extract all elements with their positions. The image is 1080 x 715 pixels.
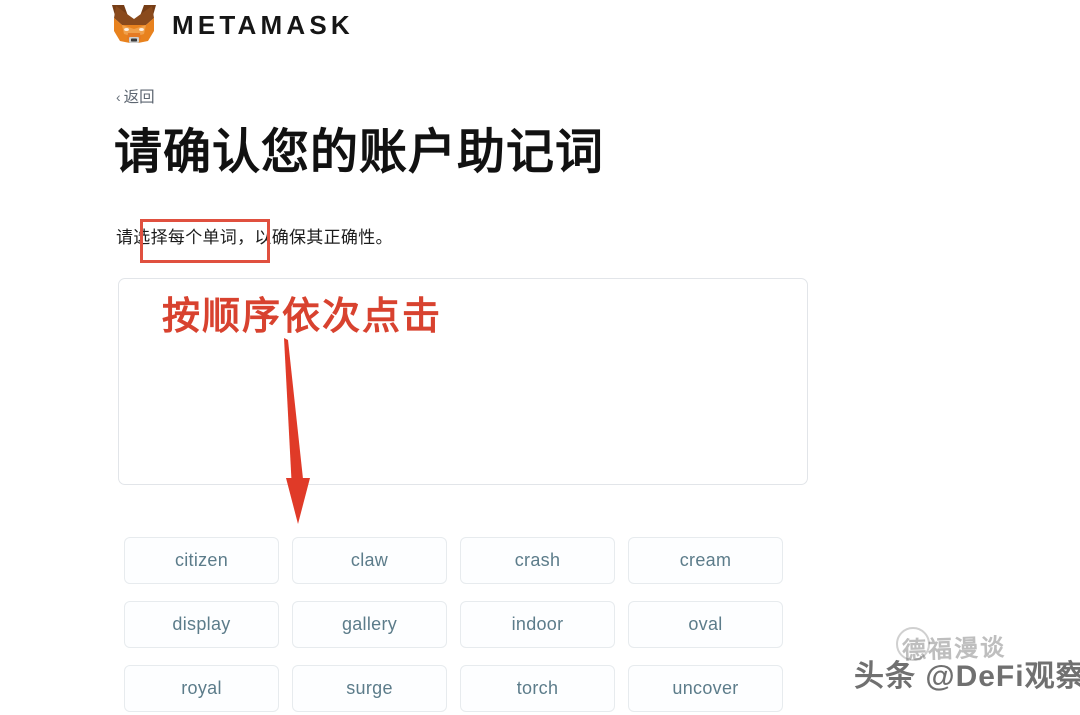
metamask-wordmark: METAMASK bbox=[172, 10, 354, 40]
word-chip-label: crash bbox=[514, 550, 561, 570]
word-chip-6[interactable]: indoor bbox=[460, 601, 615, 648]
word-chip-label: cream bbox=[679, 550, 732, 570]
word-chip-3[interactable]: cream bbox=[628, 537, 783, 584]
word-chip-4[interactable]: display bbox=[124, 601, 279, 648]
word-bank-grid: citizen claw crash cream display gallery… bbox=[124, 537, 784, 712]
app-root: METAMASK ‹ 返回 请确认您的账户助记词 请选择每个单词，以确保其正确性… bbox=[0, 0, 1080, 715]
watermark-main-text: 头条 @DeFi观察 bbox=[854, 660, 1080, 693]
word-chip-9[interactable]: surge bbox=[292, 665, 447, 712]
watermark-avatar-icon bbox=[896, 627, 930, 661]
word-chip-5[interactable]: gallery bbox=[292, 601, 447, 648]
word-chip-7[interactable]: oval bbox=[628, 601, 783, 648]
word-chip-label: claw bbox=[350, 550, 389, 570]
word-chip-label: indoor bbox=[511, 614, 564, 634]
word-chip-label: uncover bbox=[672, 678, 739, 698]
chevron-left-icon: ‹ bbox=[116, 88, 121, 105]
page-title: 请确认您的账户助记词 bbox=[114, 126, 605, 179]
word-chip-2[interactable]: crash bbox=[460, 537, 615, 584]
watermark: 德福漫谈 头条 @DeFi观察 bbox=[854, 621, 1080, 707]
metamask-brand-header: METAMASK bbox=[110, 2, 354, 48]
word-chip-label: surge bbox=[346, 678, 393, 698]
metamask-fox-icon bbox=[110, 3, 158, 47]
word-chip-0[interactable]: citizen bbox=[124, 537, 279, 584]
annotation-instruction-text: 按顺序依次点击 bbox=[162, 296, 443, 338]
word-chip-label: royal bbox=[181, 678, 222, 698]
word-chip-label: citizen bbox=[174, 550, 229, 570]
word-chip-label: torch bbox=[516, 678, 559, 698]
word-chip-label: display bbox=[172, 614, 231, 634]
word-chip-10[interactable]: torch bbox=[460, 665, 615, 712]
back-link[interactable]: ‹ 返回 bbox=[116, 90, 155, 106]
watermark-top-text: 德福漫谈 bbox=[901, 634, 1007, 665]
word-chip-label: oval bbox=[688, 614, 723, 634]
word-chip-8[interactable]: royal bbox=[124, 665, 279, 712]
word-chip-1[interactable]: claw bbox=[292, 537, 447, 584]
word-chip-label: gallery bbox=[341, 614, 398, 634]
back-link-label: 返回 bbox=[123, 89, 155, 106]
word-chip-11[interactable]: uncover bbox=[628, 665, 783, 712]
page-subtitle: 请选择每个单词，以确保其正确性。 bbox=[116, 228, 393, 247]
